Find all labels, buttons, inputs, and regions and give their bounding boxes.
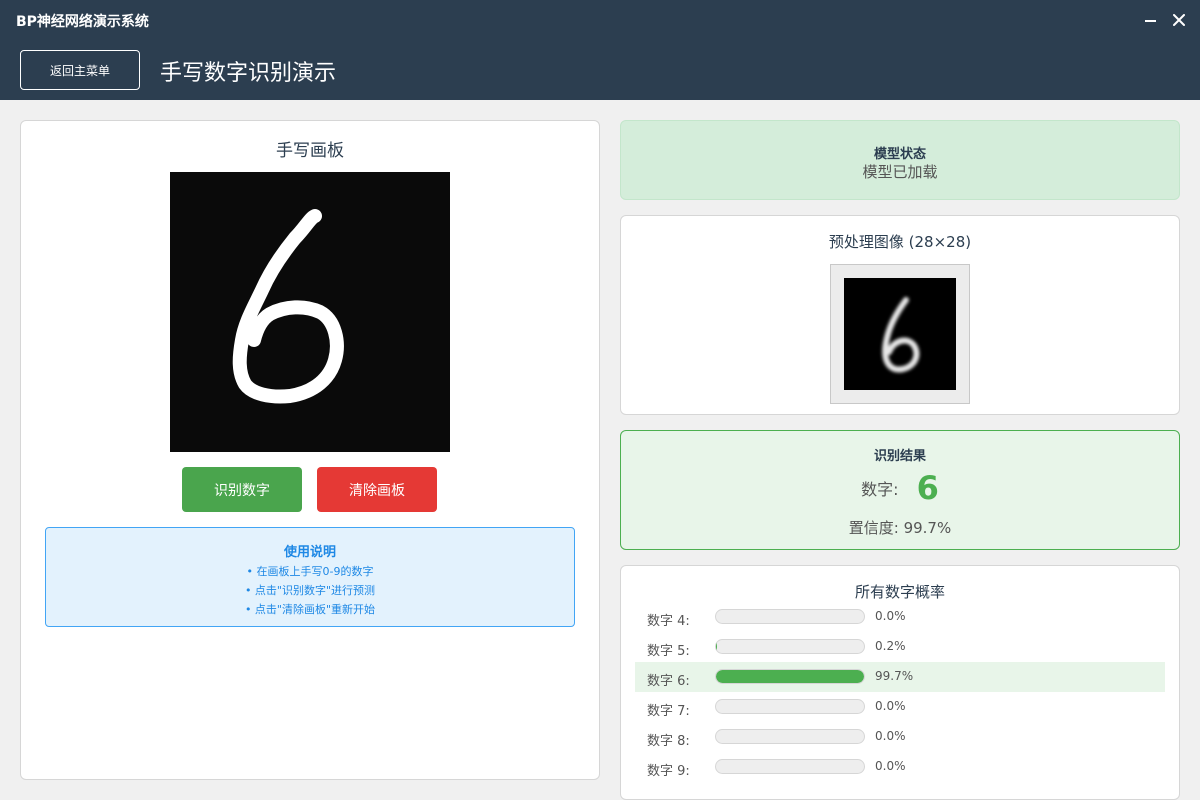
instructions-box: 使用说明 • 在画板上手写0-9的数字 • 点击"识别数字"进行预测 • 点击"… — [45, 527, 575, 627]
probability-row-highlighted: 数字 6: 99.7% — [635, 662, 1165, 692]
probability-label: 数字 6: — [647, 674, 690, 689]
model-status-value: 模型已加载 — [862, 163, 938, 181]
probability-value: 0.0% — [875, 729, 906, 743]
predicted-digit-value: 6 — [916, 469, 939, 507]
probability-row: 数字 8: 0.0% — [635, 722, 1165, 752]
minimize-icon[interactable] — [1138, 8, 1162, 32]
probability-label: 数字 7: — [647, 704, 690, 719]
instruction-line: • 点击"识别数字"进行预测 — [244, 584, 376, 597]
result-title: 识别结果 — [873, 449, 926, 464]
drawing-canvas[interactable] — [170, 172, 450, 452]
probability-label: 数字 5: — [647, 644, 690, 659]
preprocessed-image — [844, 278, 956, 390]
probability-bar-fill — [716, 670, 864, 683]
probability-value: 0.0% — [875, 609, 906, 623]
recognize-digit-button[interactable]: 识别数字 — [182, 467, 302, 512]
confidence-text: 置信度: 99.7% — [848, 519, 952, 537]
instruction-line: • 点击"清除画板"重新开始 — [244, 603, 376, 616]
preprocessed-image-panel: 预处理图像 (28×28) — [620, 215, 1180, 415]
recognition-result-panel: 识别结果 数字: 6 置信度: 99.7% — [620, 430, 1180, 550]
digit-probabilities-panel: 所有数字概率 数字 4: 0.0% 数字 5: 0.2% 数字 6: 99.7%… — [620, 565, 1180, 800]
probability-row: 数字 7: 0.0% — [635, 692, 1165, 722]
title-bar: BP神经网络演示系统 — [0, 0, 1200, 40]
preprocessed-image-title: 预处理图像 (28×28) — [828, 233, 972, 251]
preprocessed-image-frame — [830, 264, 970, 404]
probability-value: 0.0% — [875, 759, 906, 773]
probability-bar — [715, 759, 865, 774]
probability-value: 0.2% — [875, 639, 906, 653]
probability-row: 数字 4: 0.0% — [635, 602, 1165, 632]
probability-row: 数字 9: 0.0% — [635, 752, 1165, 782]
probability-bar — [715, 639, 865, 654]
probability-label: 数字 9: — [647, 764, 690, 779]
probabilities-title: 所有数字概率 — [854, 583, 945, 601]
instruction-line: • 在画板上手写0-9的数字 — [246, 565, 374, 578]
model-status-panel: 模型状态 模型已加载 — [620, 120, 1180, 200]
page-title: 手写数字识别演示 — [160, 61, 337, 86]
clear-canvas-button[interactable]: 清除画板 — [317, 467, 437, 512]
drawing-panel: 手写画板 识别数字 清除画板 使用说明 • 在画板上手写0-9的数字 • 点击"… — [20, 120, 600, 780]
model-status-title: 模型状态 — [873, 147, 926, 162]
drawing-panel-title: 手写画板 — [276, 141, 344, 161]
handwritten-digit-stroke — [232, 209, 344, 404]
predicted-digit-row: 数字: 6 — [621, 469, 1179, 507]
back-to-menu-button[interactable]: 返回主菜单 — [20, 50, 140, 90]
instructions-title: 使用说明 — [283, 545, 336, 560]
probability-row: 数字 5: 0.2% — [635, 632, 1165, 662]
probability-value: 99.7% — [875, 669, 914, 683]
probability-bar — [715, 729, 865, 744]
probability-bar — [715, 699, 865, 714]
probability-bar — [715, 609, 865, 624]
probability-label: 数字 8: — [647, 734, 690, 749]
probability-label: 数字 4: — [647, 614, 690, 629]
page-header: 返回主菜单 手写数字识别演示 — [0, 40, 1200, 100]
predicted-digit-label: 数字: — [861, 480, 899, 499]
probability-value: 0.0% — [875, 699, 906, 713]
probability-bar — [715, 669, 865, 684]
close-icon[interactable] — [1167, 8, 1191, 32]
app-title: BP神经网络演示系统 — [16, 14, 149, 30]
